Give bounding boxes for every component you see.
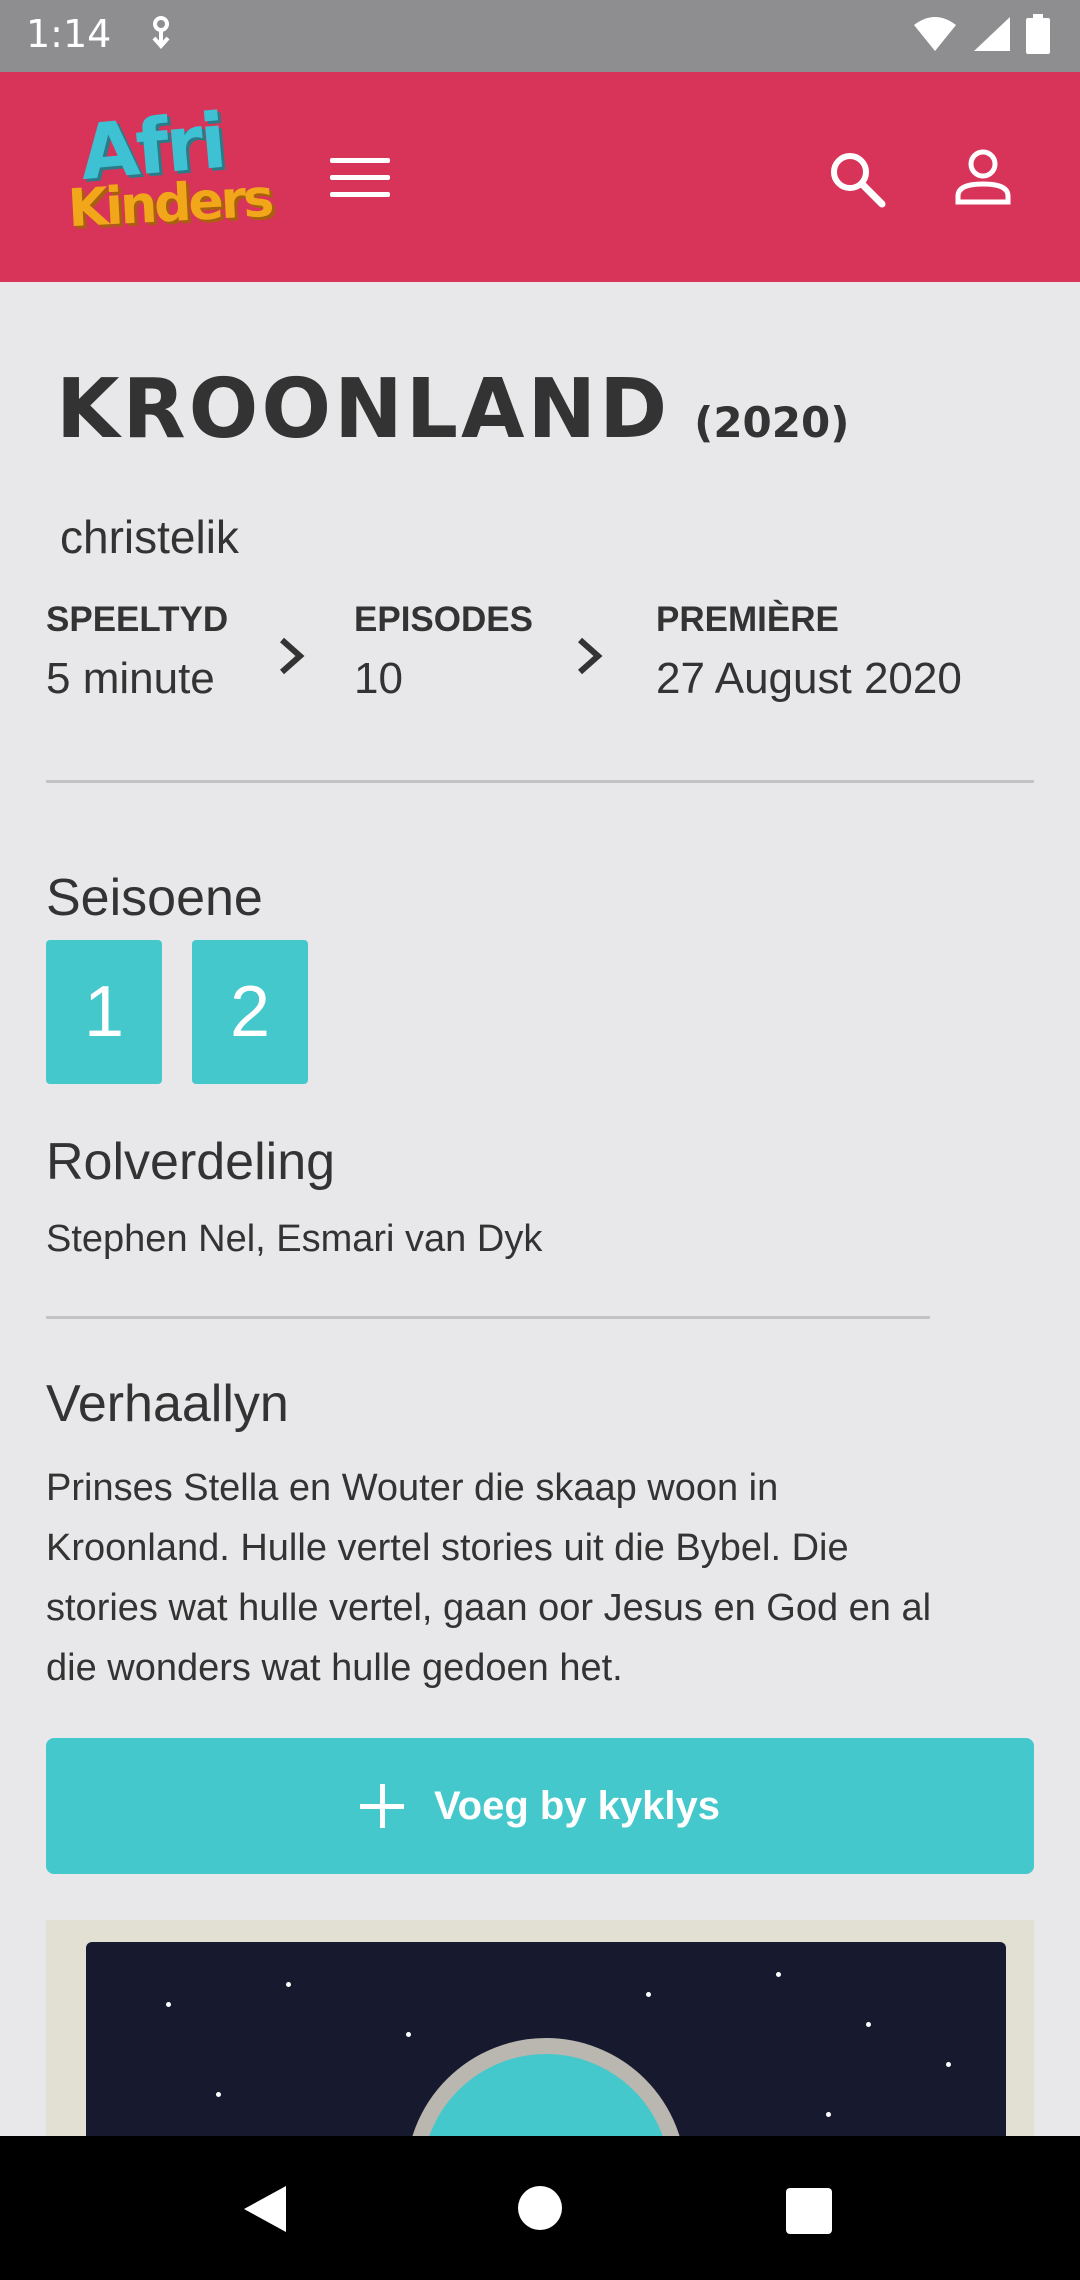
account-icon[interactable] [952, 146, 1014, 208]
title-row: KROONLAND (2020) [56, 362, 849, 457]
cast-heading: Rolverdeling [46, 1133, 336, 1191]
season-button-1[interactable]: 1 [46, 940, 162, 1084]
plus-icon [359, 1784, 404, 1828]
afrikinders-logo[interactable]: Afri Kinders [67, 96, 273, 252]
show-year: (2020) [694, 398, 850, 447]
vpn-key-icon [146, 14, 176, 63]
show-detail: KROONLAND (2020) christelik SPEELTYD 5 m… [0, 282, 1080, 2136]
seasons-heading: Seisoene [46, 869, 263, 927]
season-button-2[interactable]: 2 [192, 940, 308, 1084]
show-genre: christelik [60, 511, 239, 563]
search-icon[interactable] [826, 148, 886, 208]
show-title: KROONLAND [56, 362, 671, 457]
synopsis-text: Prinses Stella en Wouter die skaap woon … [46, 1467, 932, 1689]
meta-label: EPISODES [354, 600, 533, 639]
battery-icon [1026, 13, 1050, 59]
watchlist-label: Voeg by kyklys [433, 1783, 721, 1828]
meta-label: SPEELTYD [46, 600, 229, 639]
add-to-watchlist-button[interactable]: Voeg by kyklys [46, 1738, 1034, 1874]
meta-label: PREMIÈRE [656, 600, 839, 639]
status-bar: 1:14 [0, 0, 1080, 72]
status-time: 1:14 [26, 12, 112, 56]
status-icons [912, 13, 1050, 59]
logo-text-kinders: Kinders [66, 168, 273, 240]
divider [46, 780, 1034, 783]
menu-icon[interactable] [330, 158, 390, 198]
meta-value: 5 minute [46, 654, 215, 703]
chevron-right-icon[interactable] [574, 636, 604, 676]
meta-premiere: PREMIÈRE 27 August 2020 [656, 600, 962, 704]
synopsis-heading: Verhaallyn [46, 1375, 289, 1433]
recents-icon[interactable] [786, 2188, 832, 2234]
home-icon[interactable] [518, 2186, 562, 2230]
chevron-right-icon[interactable] [276, 636, 306, 676]
show-poster[interactable] [46, 1920, 1034, 2136]
signal-icon [972, 15, 1012, 58]
meta-value: 10 [354, 654, 403, 703]
app-header: Afri Kinders [0, 72, 1080, 282]
divider [46, 1316, 930, 1319]
wifi-icon [912, 15, 958, 58]
meta-runtime: SPEELTYD 5 minute [46, 600, 228, 704]
meta-episodes: EPISODES 10 [354, 600, 533, 704]
meta-value: 27 August 2020 [656, 654, 962, 703]
system-nav-bar [0, 2136, 1080, 2280]
cast-names: Stephen Nel, Esmari van Dyk [46, 1218, 543, 1260]
back-icon[interactable] [240, 2184, 288, 2234]
